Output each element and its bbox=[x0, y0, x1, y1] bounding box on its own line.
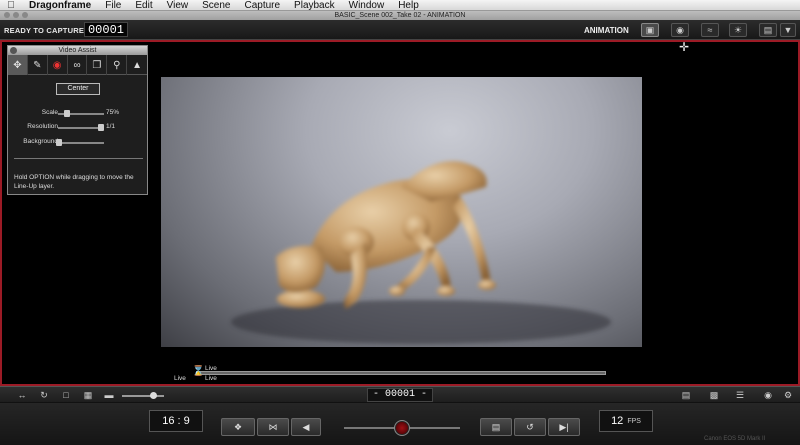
aspect-icon[interactable]: ▬ bbox=[101, 389, 117, 401]
lights-icon[interactable]: ☀ bbox=[729, 23, 747, 37]
center-button[interactable]: Center bbox=[56, 83, 100, 95]
capture-frame-counter: 00001 bbox=[84, 22, 128, 37]
resolution-slider[interactable] bbox=[58, 124, 104, 131]
apple-icon[interactable]:  bbox=[0, 0, 22, 11]
scale-slider-knob[interactable] bbox=[64, 110, 70, 117]
menu-file[interactable]: File bbox=[98, 0, 128, 11]
resolution-label: Resolution bbox=[27, 123, 58, 130]
aspect-ratio-box[interactable]: 16 : 9 bbox=[149, 410, 203, 432]
opacity-slider[interactable] bbox=[122, 392, 164, 399]
step-back-button[interactable]: ◀ bbox=[291, 418, 321, 436]
menu-capture[interactable]: Capture bbox=[237, 0, 287, 11]
rotate-icon[interactable]: ↻ bbox=[36, 389, 52, 401]
background-slider[interactable] bbox=[56, 139, 104, 146]
panel-close-icon[interactable] bbox=[10, 47, 17, 54]
move-icon[interactable]: ✥ bbox=[8, 55, 28, 75]
workspace-mode-label: ANIMATION bbox=[584, 26, 629, 35]
audio-icon[interactable]: ≈ bbox=[701, 23, 719, 37]
menu-view[interactable]: View bbox=[160, 0, 196, 11]
step-back-icon: ◀ bbox=[302, 421, 310, 432]
viewer-options-strip: ↔ ↻ □ ▦ ▬ - 00001 - ▤ ▩ ☰ ◉ ⚙ bbox=[0, 386, 800, 403]
menu-scene[interactable]: Scene bbox=[195, 0, 237, 11]
short-play-icon: ▤ bbox=[491, 421, 501, 432]
loop-icon: ↺ bbox=[526, 421, 534, 432]
scale-slider[interactable] bbox=[58, 110, 104, 117]
settings-icon[interactable]: ⚙ bbox=[780, 389, 796, 401]
fps-label: FPS bbox=[627, 417, 641, 425]
armature-figure bbox=[231, 161, 611, 344]
bowtie-icon: ⋈ bbox=[268, 421, 278, 432]
live-label-left: Live bbox=[174, 375, 186, 382]
live-timeline-track[interactable] bbox=[196, 371, 606, 375]
list-view-icon[interactable]: ☰ bbox=[732, 389, 748, 401]
resolution-slider-knob[interactable] bbox=[98, 124, 104, 131]
swap-icon[interactable]: ↔ bbox=[14, 389, 30, 401]
step-forward-icon: ▶| bbox=[559, 421, 569, 432]
levels-icon[interactable]: ▲ bbox=[127, 55, 147, 75]
layers-icon[interactable]: ❐ bbox=[87, 55, 108, 75]
video-assist-panel: Video Assist ✥ ✎ ◉ ∞ ❐ ⚲ ▲ Center Scale … bbox=[7, 45, 148, 195]
brush-icon[interactable]: ∞ bbox=[68, 55, 88, 75]
playback-controls: 16 : 9 ❖ ⋈ ◀ ▤ ↺ ▶| 12 FPS bbox=[0, 403, 800, 445]
window-title: BASIC_Scene 002_Take 02 - ANIMATION bbox=[334, 12, 466, 19]
top-toolbar: READY TO CAPTURE: 00001 ANIMATION ▣ ◉ ≈ … bbox=[0, 20, 800, 40]
current-frame-display: - 00001 - bbox=[367, 388, 433, 402]
background-slider-knob[interactable] bbox=[56, 139, 62, 146]
pencil-icon[interactable]: ✎ bbox=[28, 55, 48, 75]
window-title-bar: BASIC_Scene 002_Take 02 - ANIMATION bbox=[0, 11, 800, 20]
video-assist-toolbar: ✥ ✎ ◉ ∞ ❐ ⚲ ▲ bbox=[8, 55, 147, 75]
step-capture-button[interactable]: ⋈ bbox=[257, 418, 289, 436]
loop-button[interactable]: ↺ bbox=[514, 418, 546, 436]
menu-bar:  Dragonframe File Edit View Scene Captu… bbox=[0, 0, 800, 11]
menu-help[interactable]: Help bbox=[391, 0, 426, 11]
step-forward-button[interactable]: ▶| bbox=[548, 418, 580, 436]
ready-to-capture-label: READY TO CAPTURE: bbox=[4, 26, 87, 35]
live-label-top: Live bbox=[205, 365, 217, 372]
xsheet-icon[interactable]: ▩ bbox=[706, 389, 722, 401]
window-zoom-button[interactable] bbox=[22, 12, 28, 18]
camera-model-label: Canon EOS 5D Mark II bbox=[704, 436, 766, 442]
scale-row: Scale 75% bbox=[8, 109, 149, 119]
menu-playback[interactable]: Playback bbox=[287, 0, 342, 11]
diamond-icon: ❖ bbox=[233, 421, 243, 432]
fps-value: 12 bbox=[611, 415, 624, 427]
menu-edit[interactable]: Edit bbox=[128, 0, 159, 11]
background-row: Background bbox=[8, 138, 149, 148]
live-label-bottom: Live bbox=[205, 375, 217, 382]
magnifier-icon[interactable]: ⚲ bbox=[107, 55, 128, 75]
video-assist-title-bar[interactable]: Video Assist bbox=[8, 46, 147, 55]
line-up-help-text: Hold OPTION while dragging to move the L… bbox=[14, 174, 134, 190]
camera-icon[interactable]: ◉ bbox=[671, 23, 689, 37]
menu-dropdown-icon[interactable]: ▼ bbox=[780, 23, 796, 37]
scale-label: Scale bbox=[41, 109, 58, 116]
record-indicator-knob[interactable] bbox=[394, 420, 410, 436]
window-close-button[interactable] bbox=[4, 12, 10, 18]
window-minimize-button[interactable] bbox=[13, 12, 19, 18]
background-label: Background bbox=[23, 138, 58, 145]
grid-icon[interactable]: ▦ bbox=[80, 389, 96, 401]
resolution-row: Resolution 1/1 bbox=[8, 123, 149, 133]
crosshair-cursor-icon: ✛ bbox=[679, 40, 690, 54]
menu-app-name[interactable]: Dragonframe bbox=[22, 0, 98, 11]
eye-icon[interactable]: ◉ bbox=[760, 389, 776, 401]
short-play-button[interactable]: ▤ bbox=[480, 418, 512, 436]
dmx-icon[interactable]: ▤ bbox=[759, 23, 777, 37]
menu-window[interactable]: Window bbox=[342, 0, 392, 11]
timeline-view-icon[interactable]: ▤ bbox=[678, 389, 694, 401]
monitor-icon[interactable]: ▣ bbox=[641, 23, 659, 37]
toggle-live-button[interactable]: ❖ bbox=[221, 418, 255, 436]
onion-skin-icon[interactable]: ◉ bbox=[48, 55, 68, 75]
resolution-value: 1/1 bbox=[106, 123, 116, 130]
aspect-ratio-value: 16 : 9 bbox=[162, 415, 190, 427]
scale-value: 75% bbox=[106, 109, 120, 116]
fps-box[interactable]: 12 FPS bbox=[599, 410, 653, 432]
safe-area-icon[interactable]: □ bbox=[58, 389, 74, 401]
opacity-slider-knob[interactable] bbox=[150, 392, 157, 399]
playhead-marker-icon[interactable]: ⌛ bbox=[192, 366, 204, 380]
video-assist-title: Video Assist bbox=[58, 47, 97, 54]
panel-divider bbox=[14, 158, 143, 159]
live-view-image[interactable] bbox=[161, 77, 642, 347]
